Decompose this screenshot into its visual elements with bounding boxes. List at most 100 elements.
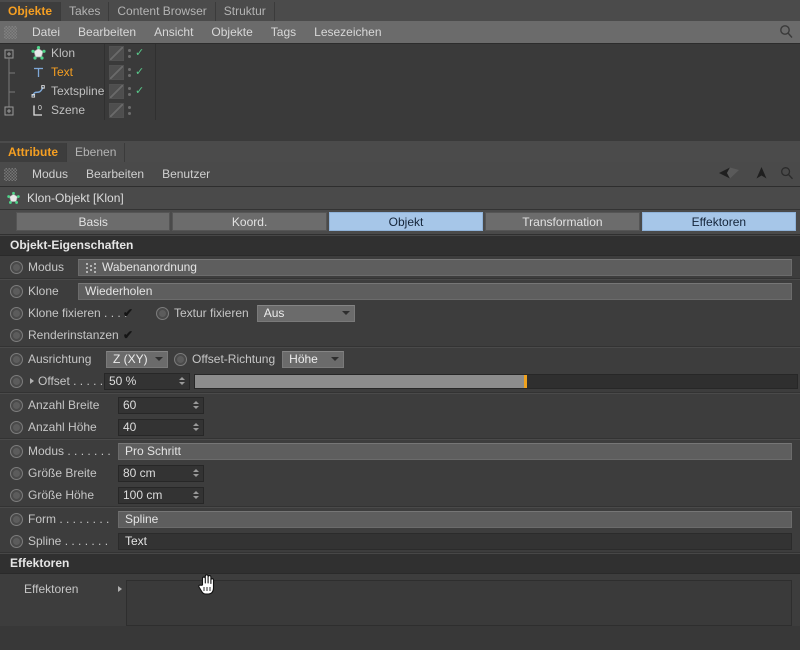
up-arrow-icon[interactable] <box>755 166 768 183</box>
list-item[interactable]: Text ✓ <box>0 63 800 82</box>
tab-basis[interactable]: Basis <box>16 212 171 231</box>
groesse-hoehe-input[interactable]: 100 cm <box>118 486 204 504</box>
object-tags-klon[interactable]: ✓ <box>104 44 155 63</box>
object-row-textspline[interactable]: Textspline <box>0 82 104 101</box>
animate-radio-icon[interactable] <box>174 352 187 366</box>
animate-radio-icon[interactable] <box>10 534 23 548</box>
ausrichtung-value: Z (XY) <box>113 351 148 366</box>
object-row-klon[interactable]: Klon <box>0 44 104 63</box>
tab-koord[interactable]: Koord. <box>172 212 327 231</box>
klone-fixieren-checkbox[interactable] <box>122 307 134 319</box>
groesse-breite-stepper[interactable] <box>192 467 199 480</box>
spline-link-field[interactable]: Text <box>118 532 792 550</box>
object-tags-szene[interactable] <box>104 101 155 120</box>
modus2-dropdown[interactable]: Pro Schritt <box>118 442 792 460</box>
animate-radio-icon[interactable] <box>10 488 23 502</box>
groesse-hoehe-stepper[interactable] <box>192 489 199 502</box>
klone-value: Wiederholen <box>85 283 153 298</box>
modus-dropdown[interactable]: Wabenanordnung <box>78 258 792 276</box>
tab-struktur[interactable]: Struktur <box>215 2 275 21</box>
klone-dropdown[interactable]: Wiederholen <box>78 282 792 300</box>
animate-radio-icon[interactable] <box>10 444 23 458</box>
spline-icon <box>30 83 47 100</box>
object-row-text[interactable]: Text <box>0 63 104 82</box>
offset-slider-marker[interactable] <box>524 374 528 388</box>
tag-icon[interactable] <box>109 103 124 118</box>
offset-stepper[interactable] <box>178 375 185 388</box>
offset-slider[interactable] <box>194 373 798 389</box>
groesse-breite-input[interactable]: 80 cm <box>118 464 204 482</box>
search-icon[interactable] <box>779 24 794 42</box>
tab-content-browser[interactable]: Content Browser <box>109 2 216 21</box>
object-tree[interactable]: Klon ✓ Text ✓ Textspline ✓ 0 Szene <box>0 44 800 141</box>
enabled-check-icon[interactable]: ✓ <box>135 85 144 98</box>
menu-grip-icon[interactable] <box>4 167 17 181</box>
animate-radio-icon[interactable] <box>10 284 23 298</box>
animate-radio-icon[interactable] <box>10 420 23 434</box>
search-icon[interactable] <box>780 166 794 183</box>
offset-value: 50 % <box>109 373 137 388</box>
row-spline: Spline . . . . . . . Text <box>0 530 800 552</box>
ausrichtung-dropdown[interactable]: Z (XY) <box>106 350 168 368</box>
menu-bearbeiten[interactable]: Bearbeiten <box>77 162 153 186</box>
animate-radio-icon[interactable] <box>10 466 23 480</box>
anzahl-breite-input[interactable]: 60 <box>118 396 204 414</box>
menu-modus[interactable]: Modus <box>23 162 77 186</box>
animate-radio-icon[interactable] <box>10 352 23 366</box>
animate-radio-icon[interactable] <box>10 306 23 320</box>
tab-transformation[interactable]: Transformation <box>485 212 640 231</box>
honeycomb-pattern-icon <box>85 262 97 273</box>
menu-objekte[interactable]: Objekte <box>202 21 261 43</box>
list-item[interactable]: Textspline ✓ <box>0 82 800 101</box>
anzahl-hoehe-stepper[interactable] <box>192 421 199 434</box>
object-tags-textspline[interactable]: ✓ <box>104 82 155 101</box>
tab-objekte[interactable]: Objekte <box>0 2 62 21</box>
tree-expander-szene[interactable] <box>0 101 30 120</box>
tab-objekt[interactable]: Objekt <box>328 212 484 231</box>
tab-effektoren[interactable]: Effektoren <box>641 212 797 231</box>
anzahl-breite-stepper[interactable] <box>192 399 199 412</box>
enabled-check-icon[interactable]: ✓ <box>135 47 144 60</box>
list-item[interactable]: Klon ✓ <box>0 44 800 63</box>
tag-icon[interactable] <box>109 84 124 99</box>
offset-input[interactable]: 50 % <box>104 372 190 390</box>
tab-ebenen[interactable]: Ebenen <box>67 143 126 162</box>
tree-expander-klon[interactable] <box>0 44 30 63</box>
list-item[interactable]: 0 Szene <box>0 101 800 120</box>
back-arrow-icon[interactable] <box>717 166 743 183</box>
visibility-dots-icon[interactable] <box>127 66 132 79</box>
menu-tags[interactable]: Tags <box>262 21 305 43</box>
animate-radio-icon[interactable] <box>10 374 23 388</box>
animate-radio-icon[interactable] <box>10 398 23 412</box>
menu-grip-icon[interactable] <box>4 25 17 39</box>
tree-line-textspline <box>0 82 30 101</box>
tab-attribute[interactable]: Attribute <box>0 143 67 162</box>
menu-bearbeiten[interactable]: Bearbeiten <box>69 21 145 43</box>
menu-lesezeichen[interactable]: Lesezeichen <box>305 21 390 43</box>
renderinstanzen-checkbox[interactable] <box>122 329 134 341</box>
visibility-dots-icon[interactable] <box>127 104 132 117</box>
animate-radio-icon[interactable] <box>10 512 23 526</box>
menu-ansicht[interactable]: Ansicht <box>145 21 202 43</box>
enabled-check-icon[interactable]: ✓ <box>135 66 144 79</box>
object-tags-text[interactable]: ✓ <box>104 63 155 82</box>
expand-arrow-icon[interactable] <box>118 586 122 592</box>
tag-icon[interactable] <box>109 46 124 61</box>
tag-icon[interactable] <box>109 65 124 80</box>
page-title: Klon-Objekt [Klon] <box>27 191 124 205</box>
offset-richtung-dropdown[interactable]: Höhe <box>282 350 345 368</box>
animate-radio-icon[interactable] <box>156 306 169 320</box>
visibility-dots-icon[interactable] <box>127 85 132 98</box>
anzahl-hoehe-input[interactable]: 40 <box>118 418 204 436</box>
object-row-szene[interactable]: 0 Szene <box>0 101 104 120</box>
animate-radio-icon[interactable] <box>10 328 23 342</box>
menu-datei[interactable]: Datei <box>23 21 69 43</box>
tab-takes[interactable]: Takes <box>61 2 110 21</box>
visibility-dots-icon[interactable] <box>127 47 132 60</box>
textur-fixieren-dropdown[interactable]: Aus <box>256 304 355 322</box>
form-dropdown[interactable]: Spline <box>118 510 792 528</box>
animate-radio-icon[interactable] <box>10 260 23 274</box>
effektoren-droparea[interactable] <box>126 580 792 626</box>
menu-benutzer[interactable]: Benutzer <box>153 162 219 186</box>
expand-arrow-icon[interactable] <box>30 378 34 384</box>
